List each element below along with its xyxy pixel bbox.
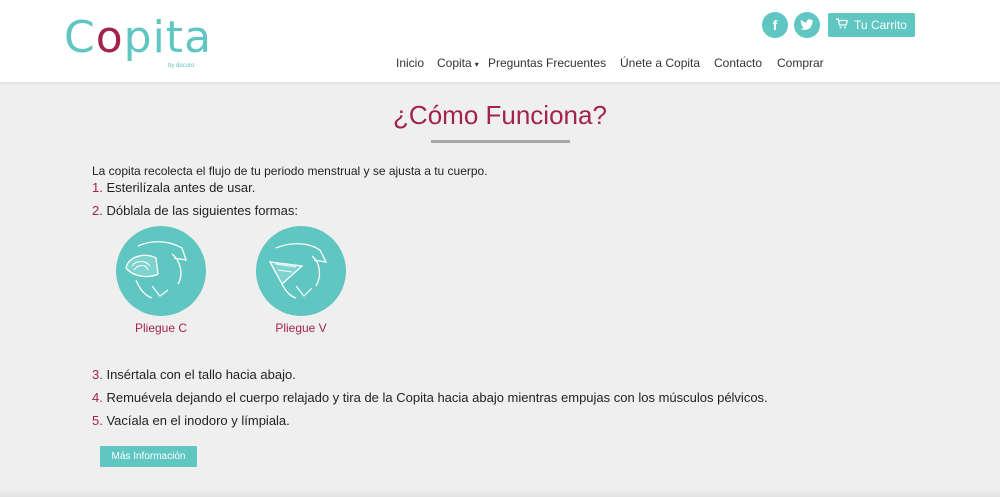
fold-v-illustration [256,226,346,316]
fold-c-illustration [116,226,206,316]
logo-subtitle: by docuro [168,63,195,69]
nav-preguntas-frecuentes[interactable]: Preguntas Frecuentes [488,56,606,70]
page-title: ¿Cómo Funciona? [393,100,607,130]
cart-label: Tu Carrito [854,18,907,32]
step-1: 1. Esterilízala antes de usar. [92,180,256,195]
step-5: 5. Vacíala en el inodoro y límpiala. [92,413,290,428]
nav-copita[interactable]: Copita ▾ [437,56,479,70]
step-3: 3. Insértala con el tallo hacia abajo. [92,367,296,382]
logo-wordmark: Copita [64,12,213,63]
cart-button[interactable]: Tu Carrito [828,13,915,37]
caret-down-icon: ▾ [474,60,479,69]
twitter-icon[interactable] [794,12,820,38]
facebook-icon[interactable]: f [762,12,788,38]
step-4: 4. Remuévela dejando el cuerpo relajado … [92,390,768,405]
step-2: 2. Dóblala de las siguientes formas: [92,203,298,218]
fold-v-label: Pliegue V [275,321,327,335]
cart-icon [836,18,849,32]
nav-comprar[interactable]: Comprar [777,56,824,70]
more-info-button[interactable]: Más Información [100,446,197,467]
nav-inicio[interactable]: Inicio [396,56,424,70]
title-divider [431,140,570,143]
nav-unete[interactable]: Únete a Copita [620,56,700,70]
nav-contacto[interactable]: Contacto [714,56,762,70]
header: Copita by docuro f Tu Carrito Inicio Cop… [0,0,1000,82]
intro-text: La copita recolecta el flujo de tu perio… [92,164,488,178]
footer-edge [0,488,1000,497]
fold-c-label: Pliegue C [134,321,188,335]
copita-logo[interactable]: Copita by docuro [64,12,211,74]
